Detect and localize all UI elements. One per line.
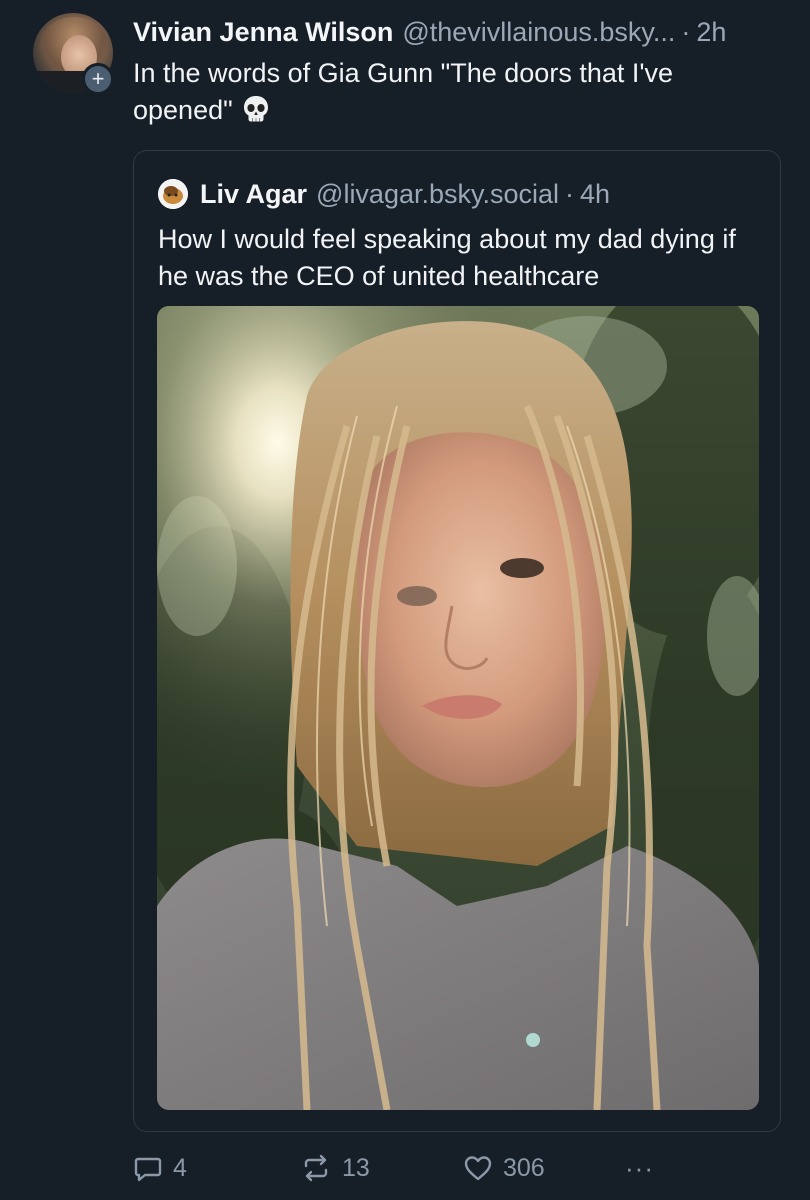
quoted-post[interactable]: Liv Agar @livagar.bsky.social · 4h How I…: [133, 150, 781, 1132]
reply-icon: [134, 1157, 162, 1182]
post-header: Vivian Jenna Wilson @thevivllainous.bsky…: [133, 17, 793, 53]
quoted-post-header: Liv Agar @livagar.bsky.social · 4h: [158, 177, 610, 211]
quoted-author-avatar[interactable]: [158, 179, 188, 209]
quoted-header-separator: ·: [565, 178, 575, 209]
header-separator: ·: [681, 17, 691, 47]
more-options-button[interactable]: ···: [625, 1148, 654, 1188]
reply-button[interactable]: 4: [133, 1148, 187, 1188]
post-timestamp[interactable]: 2h: [696, 17, 726, 48]
skull-icon: [243, 96, 268, 122]
reply-count: 4: [173, 1153, 187, 1182]
quoted-post-image[interactable]: [157, 306, 759, 1110]
post-text-content: In the words of Gia Gunn "The doors that…: [133, 58, 674, 125]
post-text: In the words of Gia Gunn "The doors that…: [133, 55, 773, 129]
like-button[interactable]: 306: [463, 1148, 545, 1188]
author-handle[interactable]: @thevivllainous.bsky...: [402, 17, 675, 48]
quoted-author-display-name[interactable]: Liv Agar: [200, 179, 307, 210]
quoted-post-text: How I would feel speaking about my dad d…: [158, 224, 736, 291]
author-display-name[interactable]: Vivian Jenna Wilson: [133, 17, 393, 48]
repost-icon: [304, 1154, 328, 1182]
follow-button[interactable]: +: [82, 63, 114, 95]
quoted-post-timestamp[interactable]: 4h: [580, 179, 610, 210]
post-actions: 4 13 306 ···: [133, 1148, 693, 1188]
repost-count: 13: [342, 1153, 370, 1182]
repost-button[interactable]: 13: [300, 1148, 370, 1188]
portrait-photo: [157, 306, 759, 1110]
like-count: 306: [503, 1153, 545, 1182]
heart-icon: [464, 1156, 492, 1181]
more-options-icon: ···: [625, 1152, 654, 1183]
post[interactable]: + Vivian Jenna Wilson @thevivllainous.bs…: [0, 0, 810, 1200]
quoted-author-handle[interactable]: @livagar.bsky.social: [316, 179, 559, 210]
